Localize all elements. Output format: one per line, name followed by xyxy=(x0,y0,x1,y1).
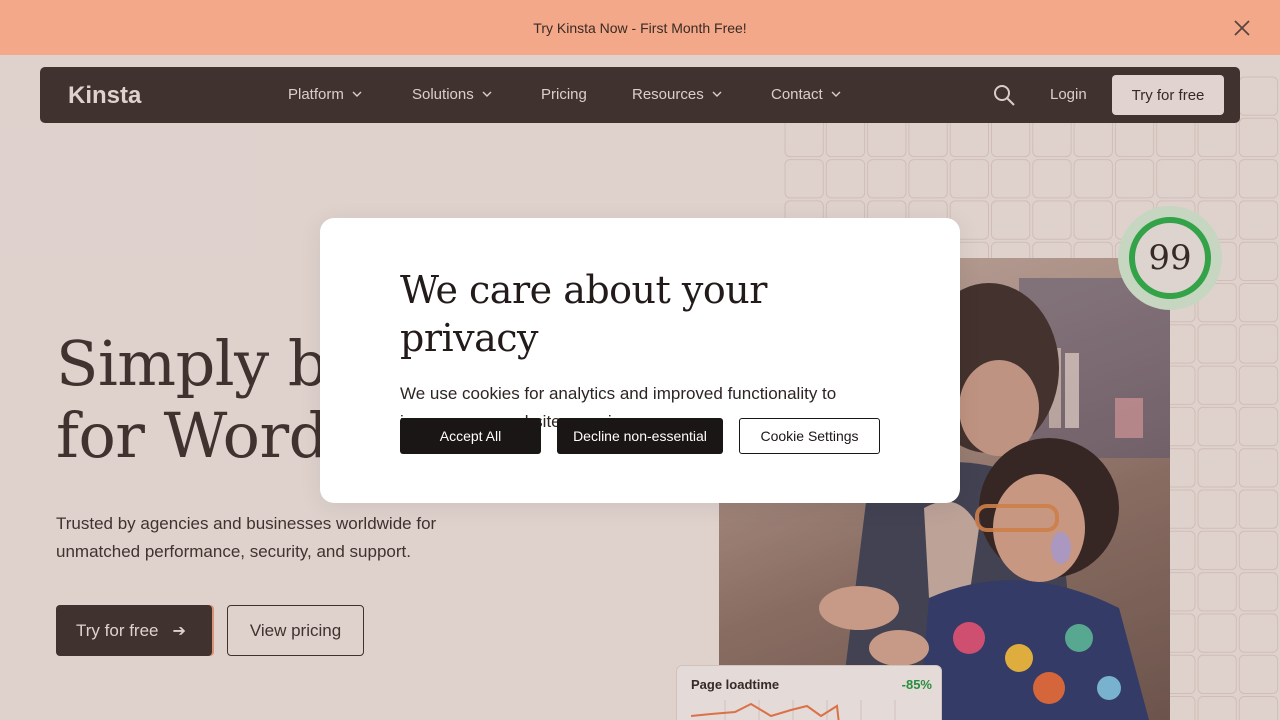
announcement-bar: Try Kinsta Now - First Month Free! xyxy=(0,0,1280,55)
decline-non-essential-button[interactable]: Decline non-essential xyxy=(557,418,723,454)
cookie-modal-actions: Accept All Decline non-essential Cookie … xyxy=(400,418,880,454)
accept-all-button[interactable]: Accept All xyxy=(400,418,541,454)
cookie-consent-modal: We care about your privacy We use cookie… xyxy=(320,218,960,503)
close-icon[interactable] xyxy=(1232,18,1252,38)
cookie-modal-title: We care about your privacy xyxy=(400,268,767,360)
announcement-text[interactable]: Try Kinsta Now - First Month Free! xyxy=(533,20,746,36)
cookie-settings-button[interactable]: Cookie Settings xyxy=(739,418,880,454)
